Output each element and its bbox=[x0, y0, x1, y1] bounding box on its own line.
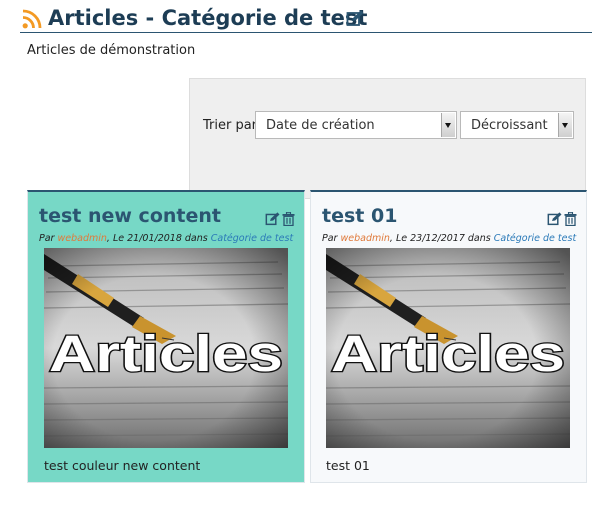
meta-date: , Le 21/01/2018 dans bbox=[106, 233, 208, 244]
rss-feed-icon[interactable] bbox=[22, 9, 42, 29]
article-title-link[interactable]: test 01 bbox=[322, 205, 397, 227]
trash-icon[interactable] bbox=[282, 212, 295, 226]
page-header: Articles - Catégorie de test bbox=[20, 2, 592, 33]
edit-icon[interactable] bbox=[346, 10, 364, 27]
article-actions bbox=[547, 212, 577, 226]
edit-icon[interactable] bbox=[547, 212, 562, 226]
sort-field-select[interactable]: Date de création bbox=[255, 111, 457, 139]
sort-field-value: Date de création bbox=[266, 118, 375, 133]
author-link[interactable]: webadmin bbox=[341, 233, 390, 244]
category-description: Articles de démonstration bbox=[27, 43, 196, 58]
author-link[interactable]: webadmin bbox=[58, 233, 107, 244]
article-thumbnail[interactable]: Articles bbox=[44, 248, 288, 448]
page-title: Articles - Catégorie de test bbox=[48, 6, 368, 30]
article-card: test 01 Par webadmin, Le 23/12/2017 dans… bbox=[310, 190, 587, 483]
sort-label: Trier par bbox=[203, 118, 258, 133]
category-link[interactable]: Catégorie de test bbox=[211, 233, 293, 244]
trash-icon[interactable] bbox=[564, 212, 577, 226]
meta-date: , Le 23/12/2017 dans bbox=[389, 233, 491, 244]
sort-panel: Trier par Date de création Décroissant bbox=[189, 78, 586, 199]
meta-by: Par bbox=[322, 233, 338, 244]
article-meta: Par webadmin, Le 23/12/2017 dans Catégor… bbox=[322, 233, 576, 244]
article-thumbnail[interactable]: Articles bbox=[326, 248, 570, 448]
sort-order-select[interactable]: Décroissant bbox=[460, 111, 574, 139]
article-meta: Par webadmin, Le 21/01/2018 dans Catégor… bbox=[39, 233, 293, 244]
meta-by: Par bbox=[39, 233, 55, 244]
edit-icon[interactable] bbox=[265, 212, 280, 226]
category-link[interactable]: Catégorie de test bbox=[494, 233, 576, 244]
image-caption-text: Articles bbox=[331, 325, 565, 382]
chevron-down-icon[interactable] bbox=[558, 113, 572, 137]
article-actions bbox=[265, 212, 295, 226]
article-intro: test 01 bbox=[326, 458, 370, 473]
image-caption-text: Articles bbox=[49, 325, 283, 382]
article-intro: test couleur new content bbox=[44, 458, 201, 473]
chevron-down-icon[interactable] bbox=[441, 113, 455, 137]
sort-order-value: Décroissant bbox=[471, 118, 548, 133]
article-title-link[interactable]: test new content bbox=[39, 205, 221, 227]
article-card: test new content Par webadmin, Le 21/01/… bbox=[27, 190, 305, 483]
